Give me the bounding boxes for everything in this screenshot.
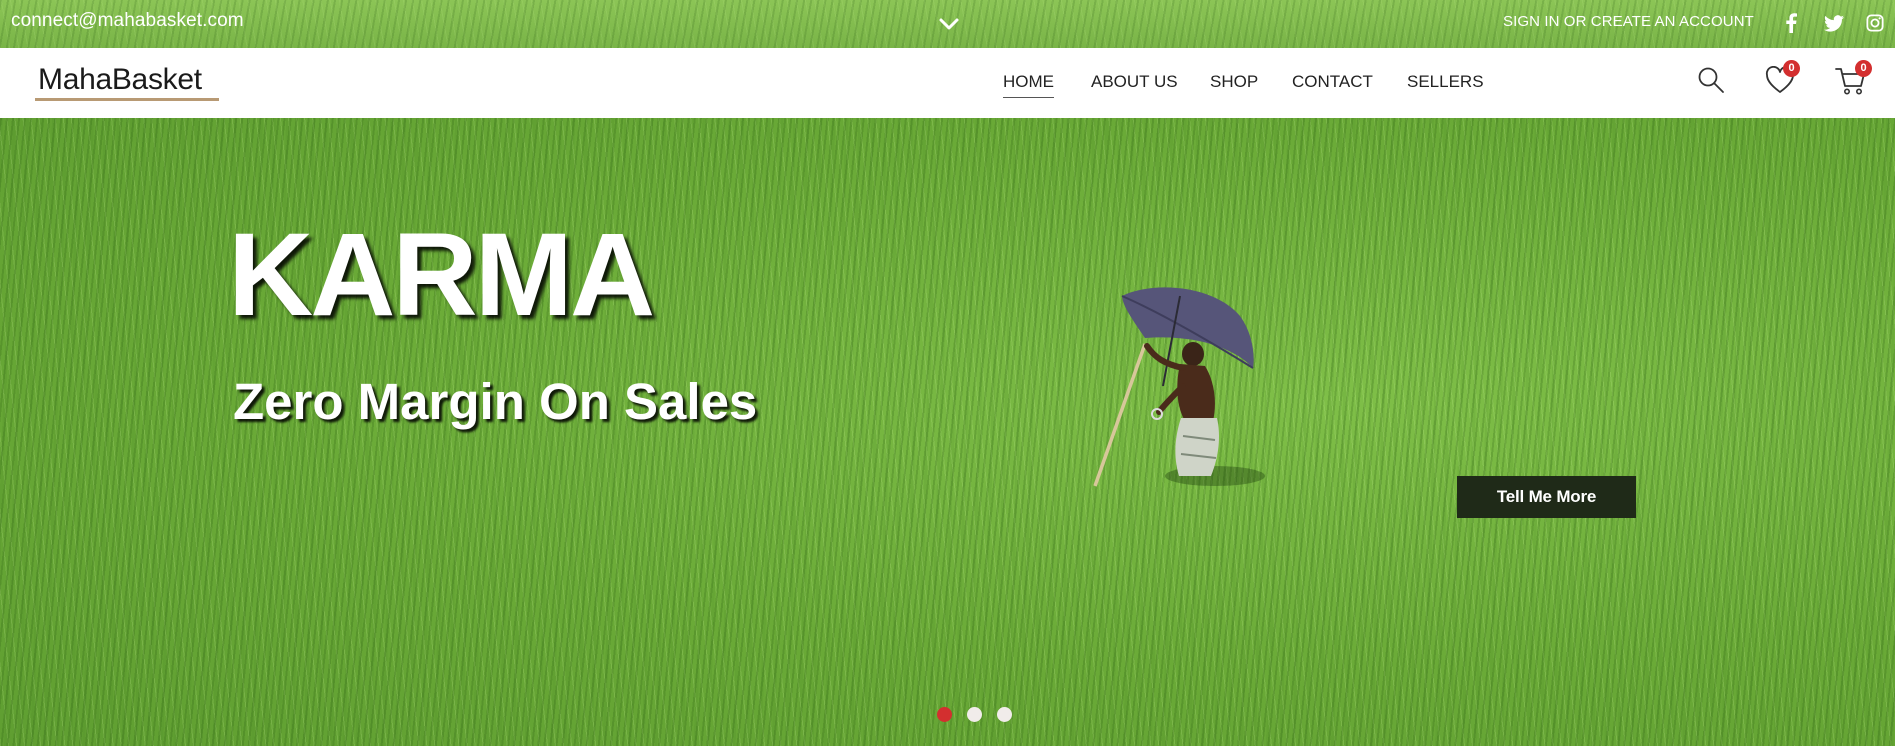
hero-title: KARMA <box>228 209 655 341</box>
nav-sellers[interactable]: SELLERS <box>1407 72 1484 97</box>
top-bar: connect@mahabasket.com SIGN IN OR CREATE… <box>0 0 1895 48</box>
nav-shop[interactable]: SHOP <box>1210 72 1258 97</box>
tell-me-more-button[interactable]: Tell Me More <box>1457 476 1636 518</box>
nav-contact[interactable]: CONTACT <box>1292 72 1373 97</box>
wishlist-count-badge: 0 <box>1783 60 1800 77</box>
slide-dot-1[interactable] <box>937 707 952 722</box>
site-header: MahaBasket HOME ABOUT US SHOP CONTACT SE… <box>0 48 1895 118</box>
cart-count-badge: 0 <box>1855 60 1872 77</box>
nav-home[interactable]: HOME <box>1003 72 1054 98</box>
logo-text: MahaBasket <box>38 63 202 96</box>
chevron-down-icon[interactable] <box>937 12 961 36</box>
twitter-icon[interactable] <box>1822 11 1846 35</box>
logo-underline <box>35 98 219 101</box>
facebook-icon[interactable] <box>1779 11 1803 35</box>
cart-icon[interactable]: 0 <box>1835 60 1872 100</box>
instagram-icon[interactable] <box>1863 11 1887 35</box>
site-logo[interactable]: MahaBasket <box>35 56 220 102</box>
slide-dot-3[interactable] <box>997 707 1012 722</box>
hero-subtitle: Zero Margin On Sales <box>233 373 758 430</box>
slide-dot-2[interactable] <box>967 707 982 722</box>
hero-slider: KARMA Zero Margin On Sales Tell Me More <box>0 118 1895 746</box>
nav-about-us[interactable]: ABOUT US <box>1091 72 1178 97</box>
wishlist-icon[interactable]: 0 <box>1765 60 1800 100</box>
contact-email[interactable]: connect@mahabasket.com <box>11 10 244 32</box>
search-icon[interactable] <box>1697 66 1731 100</box>
farmer-with-umbrella-image <box>1093 287 1265 487</box>
sign-in-link[interactable]: SIGN IN OR CREATE AN ACCOUNT <box>1503 13 1754 30</box>
